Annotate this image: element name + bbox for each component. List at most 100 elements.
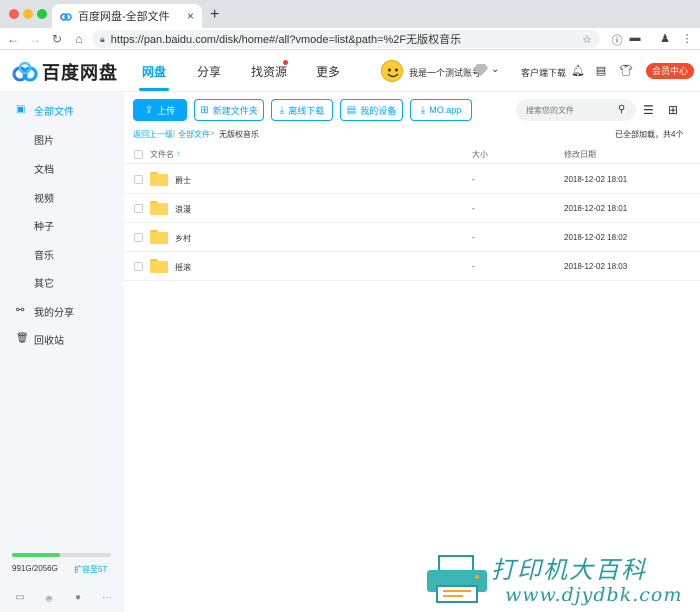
reload-icon[interactable]: ↻ xyxy=(46,32,68,46)
download-icon: ⤓ xyxy=(279,104,285,116)
file-size: - xyxy=(472,233,475,242)
nav-find-resources[interactable]: 找资源 xyxy=(251,63,287,80)
upload-button[interactable]: ⇪ 上传 xyxy=(133,99,187,121)
column-header-modified[interactable]: 修改日期 xyxy=(564,149,596,160)
sidebar-item-label: 图片 xyxy=(34,135,54,147)
printer-icon xyxy=(425,554,489,604)
browser-menu-icon[interactable]: ⋮ xyxy=(680,32,694,46)
grid-view-icon[interactable]: ⊞ xyxy=(668,103,678,117)
sort-ascending-icon[interactable]: ↑ xyxy=(176,149,180,158)
profile-avatar-icon[interactable]: ♟ xyxy=(658,32,672,46)
more-dots-icon[interactable]: ··· xyxy=(101,592,113,604)
baidu-netdisk-logo[interactable]: 百度网盘 xyxy=(12,59,118,85)
storage-quota-fill xyxy=(12,553,60,557)
files-icon: ▣ xyxy=(16,104,26,115)
logo-text: 百度网盘 xyxy=(42,63,118,83)
cloud-logo-icon xyxy=(12,61,38,83)
clipboard-icon[interactable]: ▤ xyxy=(594,64,608,78)
breadcrumb-back-link[interactable]: 返回上一级 xyxy=(133,129,173,140)
sidebar-item-label: 音乐 xyxy=(34,250,54,262)
my-devices-button[interactable]: ▤ 我的设备 xyxy=(340,99,403,121)
sidebar-item-label: 回收站 xyxy=(34,335,64,347)
sidebar-item-music[interactable]: 音乐 xyxy=(0,244,124,264)
my-devices-label: 我的设备 xyxy=(360,105,397,116)
search-icon[interactable]: ⚲ xyxy=(618,104,625,115)
file-name[interactable]: 浪漫 xyxy=(175,204,191,215)
row-checkbox[interactable] xyxy=(134,233,143,242)
url-text: https://pan.baidu.com/disk/home#/all?vmo… xyxy=(110,34,462,46)
minimize-window-button[interactable] xyxy=(23,9,33,19)
row-checkbox[interactable] xyxy=(134,204,143,213)
tab-title: 百度网盘-全部文件 xyxy=(78,11,170,23)
nav-share[interactable]: 分享 xyxy=(197,63,221,80)
new-folder-button[interactable]: ⊞ 新建文件夹 xyxy=(194,99,264,121)
sidebar-item-recycle-bin[interactable]: 🗑︎ 回收站 xyxy=(0,329,124,349)
close-window-button[interactable] xyxy=(9,9,19,19)
home-icon[interactable]: ⌂ xyxy=(68,32,90,46)
offline-download-button[interactable]: ⤓ 离线下载 xyxy=(271,99,333,121)
new-tab-button[interactable]: + xyxy=(210,6,219,24)
expand-storage-link[interactable]: 扩容至5T xyxy=(74,564,107,575)
extension-window-icon[interactable]: ▬ xyxy=(628,32,642,46)
nav-active-underline xyxy=(139,88,169,91)
new-badge-dot xyxy=(283,60,288,65)
extension-info-icon[interactable]: ⓘ xyxy=(610,32,624,47)
row-checkbox[interactable] xyxy=(134,175,143,184)
sidebar-item-torrents[interactable]: 种子 xyxy=(0,215,124,235)
storage-quota-bar xyxy=(12,553,111,557)
table-row[interactable]: 摇滚 - 2018-12-02 18:03 xyxy=(124,252,700,281)
file-name[interactable]: 爵士 xyxy=(175,175,191,186)
sidebar-item-images[interactable]: 图片 xyxy=(0,129,124,149)
breadcrumb-root-link[interactable]: 全部文件 xyxy=(178,129,210,140)
file-name[interactable]: 乡村 xyxy=(175,233,191,244)
sidebar-item-label: 种子 xyxy=(34,221,54,233)
file-modified-date: 2018-12-02 18:01 xyxy=(564,204,628,213)
user-avatar[interactable] xyxy=(381,60,403,82)
sidebar-item-my-shares[interactable]: ⚯ 我的分享 xyxy=(0,301,124,321)
android-icon[interactable]: 🤖︎ xyxy=(43,592,55,605)
column-header-name[interactable]: 文件名 xyxy=(150,149,174,160)
zoom-window-button[interactable] xyxy=(37,9,47,19)
table-row[interactable]: 乡村 - 2018-12-02 18:02 xyxy=(124,223,700,252)
file-size: - xyxy=(472,204,475,213)
sidebar-item-videos[interactable]: 视频 xyxy=(0,187,124,207)
client-download-link[interactable]: 客户端下载 xyxy=(521,66,566,79)
tshirt-icon[interactable]: 👕︎ xyxy=(619,64,633,78)
file-name[interactable]: 摇滚 xyxy=(175,262,191,273)
upload-label: 上传 xyxy=(157,105,176,116)
table-row[interactable]: 爵士 - 2018-12-02 18:01 xyxy=(124,165,700,194)
watermark-title: 打印机大百科 xyxy=(491,556,647,584)
mo-app-button[interactable]: ⤓ MO.app xyxy=(410,99,472,121)
nav-more[interactable]: 更多 xyxy=(316,63,340,80)
username[interactable]: 我是一个测试账号 xyxy=(409,66,481,79)
member-center-button[interactable]: 会员中心 xyxy=(646,63,694,79)
watermark: 打印机大百科 www.djydbk.com xyxy=(425,548,700,612)
sidebar-item-documents[interactable]: 文档 xyxy=(0,158,124,178)
sidebar-item-other[interactable]: 其它 xyxy=(0,272,124,292)
download-icon: ⤓ xyxy=(420,104,426,116)
browser-tab[interactable]: 百度网盘-全部文件 × xyxy=(52,4,202,28)
folder-icon xyxy=(150,230,168,244)
address-bar[interactable]: 🔒︎ https://pan.baidu.com/disk/home#/all?… xyxy=(92,30,600,48)
chevron-down-icon[interactable]: ⌄ xyxy=(491,64,499,75)
browser-toolbar: ← → ↻ ⌂ 🔒︎ https://pan.baidu.com/disk/ho… xyxy=(0,28,700,50)
mo-app-label: MO.app xyxy=(429,105,462,115)
sort-list-icon[interactable]: ☰ xyxy=(643,103,654,117)
watermark-url: www.djydbk.com xyxy=(505,584,683,606)
select-all-checkbox[interactable] xyxy=(134,150,143,159)
sidebar-item-all-files[interactable]: ▣ 全部文件 xyxy=(0,100,124,120)
row-checkbox[interactable] xyxy=(134,262,143,271)
table-row[interactable]: 浪漫 - 2018-12-02 18:01 xyxy=(124,194,700,223)
desktop-icon[interactable]: ▭ xyxy=(14,592,26,604)
tab-close-icon[interactable]: × xyxy=(187,9,194,23)
apple-icon[interactable]: ● xyxy=(72,592,84,604)
file-size: - xyxy=(472,262,475,271)
bell-icon[interactable]: 🔔︎ xyxy=(571,64,585,78)
forward-arrow-icon[interactable]: → xyxy=(24,32,46,46)
column-header-size[interactable]: 大小 xyxy=(472,149,488,160)
back-arrow-icon[interactable]: ← xyxy=(2,32,24,46)
nav-netdisk[interactable]: 网盘 xyxy=(142,63,166,80)
file-modified-date: 2018-12-02 18:01 xyxy=(564,175,628,184)
bookmark-star-icon[interactable]: ☆ xyxy=(582,33,592,46)
add-folder-icon: ⊞ xyxy=(200,104,209,116)
